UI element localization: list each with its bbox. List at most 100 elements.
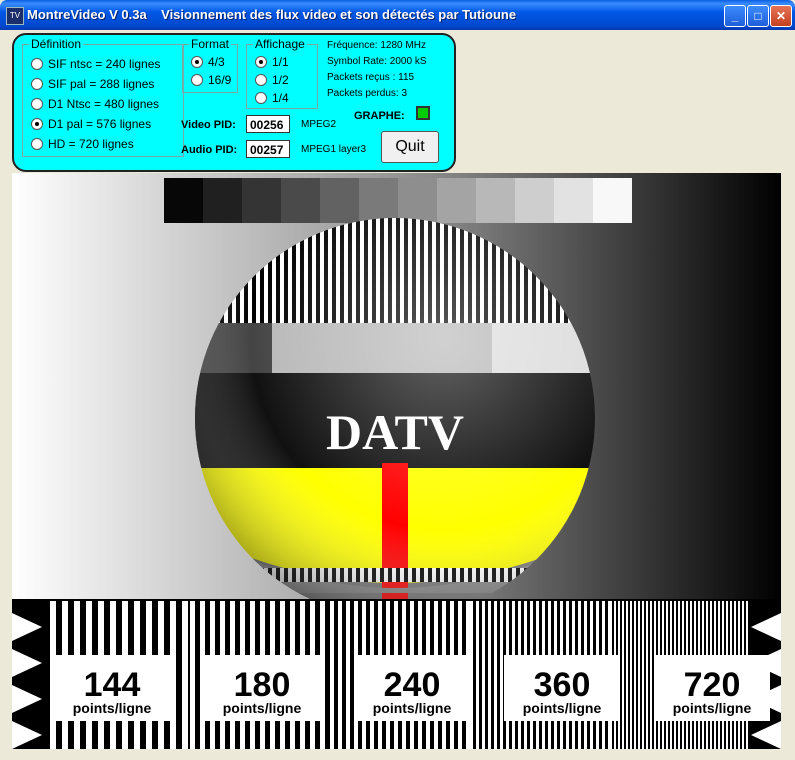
definition-legend: Définition — [31, 37, 82, 51]
gray-step — [398, 178, 437, 223]
gray-step — [203, 178, 242, 223]
format-option[interactable]: 16/9 — [191, 73, 231, 87]
resolution-block: 360points/ligne — [504, 655, 620, 721]
affichage-option-label: 1/4 — [272, 91, 289, 105]
stripe — [500, 601, 503, 749]
stripe — [330, 601, 334, 749]
affichage-option-label: 1/2 — [272, 73, 289, 87]
radio-button-icon[interactable] — [31, 58, 43, 70]
gray-step — [554, 178, 593, 223]
gray-step — [437, 178, 476, 223]
stripe — [642, 601, 644, 749]
packets-lost-readout: Packets perdus: 3 — [327, 88, 408, 99]
radio-button-icon[interactable] — [191, 56, 203, 68]
stripe — [482, 601, 485, 749]
resolution-unit: points/ligne — [523, 700, 602, 716]
stripe — [182, 601, 188, 749]
resolution-unit: points/ligne — [223, 700, 302, 716]
control-panel: Définition SIF ntsc = 240 lignes SIF pal … — [12, 33, 456, 172]
stripe — [634, 601, 636, 749]
stripe — [646, 601, 648, 749]
affichage-legend: Affichage — [255, 37, 305, 51]
resolution-number: 240 — [384, 666, 441, 704]
format-option-label: 4/3 — [208, 55, 225, 69]
resolution-block: 180points/ligne — [204, 655, 320, 721]
minimize-button[interactable]: _ — [724, 5, 746, 27]
affichage-option[interactable]: 1/2 — [255, 73, 289, 87]
gray-step — [281, 178, 320, 223]
definition-option[interactable]: SIF pal = 288 lignes — [31, 77, 154, 91]
stripe — [638, 601, 640, 749]
affichage-option[interactable]: 1/4 — [255, 91, 289, 105]
gray-step — [242, 178, 281, 223]
radio-button-icon[interactable] — [31, 78, 43, 90]
radio-button-icon[interactable] — [255, 56, 267, 68]
stripe — [494, 601, 497, 749]
gray-scale-bar — [164, 178, 632, 223]
video-display: DATV 144 points/ligne 180 points/ligne 240 po… — [12, 173, 781, 749]
stripe — [470, 601, 473, 749]
gray-step — [515, 178, 554, 223]
resolution-unit: points/ligne — [673, 700, 752, 716]
gray-step — [320, 178, 359, 223]
gray-step — [359, 178, 398, 223]
tv-app-icon[interactable]: TV — [6, 7, 24, 25]
resolution-number: 144 — [84, 666, 141, 704]
format-legend: Format — [191, 37, 230, 51]
symbol-rate-readout: Symbol Rate: 2000 kS — [327, 56, 427, 67]
app-window: TV MontreVideo V 0.3a Visionnement des f… — [0, 0, 795, 760]
radio-button-icon[interactable] — [31, 98, 43, 110]
definition-option[interactable]: D1 pal = 576 lignes — [31, 117, 151, 131]
resolution-number: 360 — [534, 666, 591, 704]
format-option[interactable]: 4/3 — [191, 55, 225, 69]
radio-button-icon[interactable] — [255, 92, 267, 104]
affichage-option-label: 1/1 — [272, 55, 289, 69]
resolution-number: 180 — [234, 666, 291, 704]
radio-button-icon[interactable] — [191, 74, 203, 86]
affichage-option[interactable]: 1/1 — [255, 55, 289, 69]
close-button[interactable]: ✕ — [770, 5, 792, 27]
resolution-unit: points/ligne — [73, 700, 152, 716]
graphe-label: GRAPHE: — [354, 110, 405, 122]
title-bar[interactable]: TV MontreVideo V 0.3a Visionnement des f… — [0, 0, 795, 30]
radio-button-icon[interactable] — [255, 74, 267, 86]
definition-option[interactable]: SIF ntsc = 240 lignes — [31, 57, 160, 71]
quit-button[interactable]: Quit — [381, 131, 439, 163]
stripe — [476, 601, 479, 749]
definition-option-label: SIF ntsc = 240 lignes — [48, 57, 161, 71]
stripe — [626, 601, 628, 749]
definition-option[interactable]: D1 Ntsc = 480 lignes — [31, 97, 159, 111]
definition-option-label: SIF pal = 288 lignes — [48, 77, 155, 91]
gray-step — [593, 178, 632, 223]
graphe-toggle[interactable] — [416, 106, 430, 120]
video-pid-label: Video PID: — [181, 119, 236, 131]
test-card-image: DATV 144points/ligne180points/ligne240po… — [12, 173, 781, 749]
packets-received-readout: Packets reçus : 115 — [327, 72, 415, 83]
radio-button-icon[interactable] — [31, 138, 43, 150]
resolution-block: 240points/ligne — [354, 655, 470, 721]
resolution-block: 144points/ligne — [54, 655, 170, 721]
stripe — [630, 601, 632, 749]
stripe — [622, 601, 624, 749]
video-pid-field[interactable]: 00256 — [246, 115, 290, 133]
stripe — [320, 601, 325, 749]
stripe — [488, 601, 491, 749]
stripe — [650, 601, 652, 749]
radio-button-icon[interactable] — [31, 118, 43, 130]
format-option-label: 16/9 — [208, 73, 232, 87]
frequency-readout: Fréquence: 1280 MHz — [327, 40, 426, 51]
resolution-number: 720 — [684, 666, 741, 704]
stripe — [346, 601, 350, 749]
definition-option-label: D1 Ntsc = 480 lignes — [48, 97, 160, 111]
maximize-button[interactable]: □ — [747, 5, 769, 27]
datv-logo: DATV — [326, 404, 464, 460]
stripe — [190, 601, 195, 749]
definition-option[interactable]: HD = 720 lignes — [31, 137, 134, 151]
definition-option-label: D1 pal = 576 lignes — [48, 117, 152, 131]
audio-pid-field[interactable]: 00257 — [246, 140, 290, 158]
gray-step — [476, 178, 515, 223]
definition-option-label: HD = 720 lignes — [48, 137, 134, 151]
audio-pid-label: Audio PID: — [181, 144, 238, 156]
video-codec: MPEG2 — [301, 119, 337, 130]
resolution-unit: points/ligne — [373, 700, 452, 716]
